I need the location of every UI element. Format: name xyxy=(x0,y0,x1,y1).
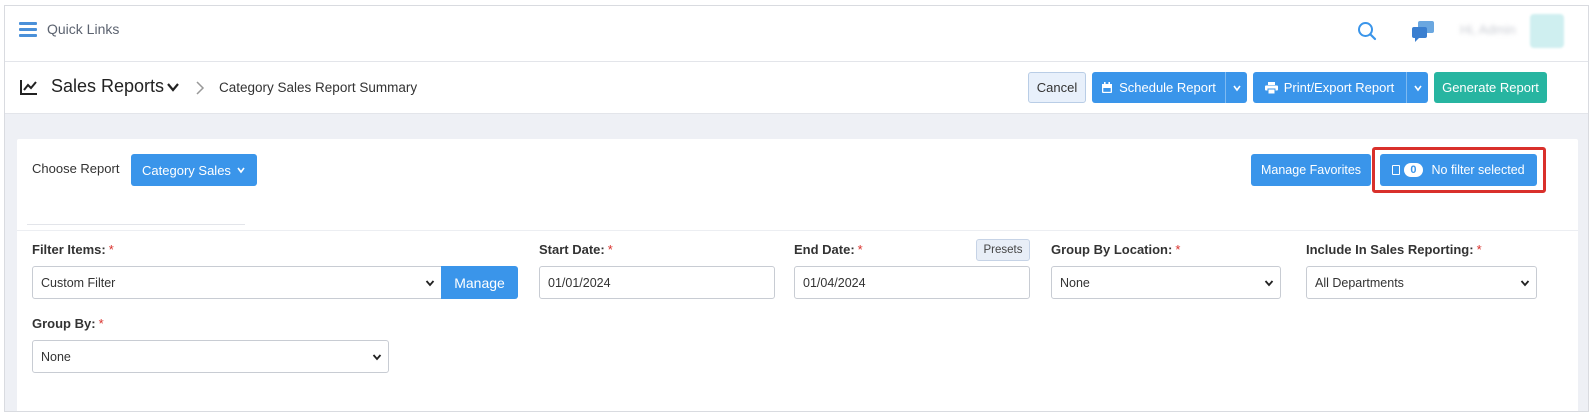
print-dropdown-toggle[interactable] xyxy=(1406,72,1428,103)
user-name[interactable]: Hi, Admin xyxy=(1460,22,1516,37)
required-mark: * xyxy=(1175,242,1181,257)
chevron-down-icon xyxy=(1520,280,1530,287)
chevron-down-icon xyxy=(1413,85,1422,91)
schedule-dropdown-toggle[interactable] xyxy=(1225,72,1247,103)
group-by-select[interactable]: None xyxy=(32,340,389,373)
include-sales-select[interactable]: All Departments xyxy=(1306,266,1537,299)
group-by-location-label: Group By Location: * xyxy=(1051,242,1180,257)
filter-status-label: No filter selected xyxy=(1431,163,1525,177)
presets-button[interactable]: Presets xyxy=(976,239,1030,261)
page-title[interactable]: Sales Reports xyxy=(51,76,164,97)
group-by-location-value: None xyxy=(1060,275,1090,290)
breadcrumb: Category Sales Report Summary xyxy=(219,80,418,95)
end-date-label-text: End Date: xyxy=(794,242,855,257)
include-sales-value: All Departments xyxy=(1315,275,1404,290)
print-export-label: Print/Export Report xyxy=(1283,80,1395,95)
end-date-input[interactable]: 01/04/2024 xyxy=(794,266,1030,299)
cancel-button[interactable]: Cancel xyxy=(1028,72,1086,103)
calendar-icon xyxy=(1102,81,1113,93)
schedule-report-button[interactable]: Schedule Report xyxy=(1092,72,1247,103)
filter-status-button[interactable]: 0 No filter selected xyxy=(1380,154,1537,186)
required-mark: * xyxy=(857,242,863,257)
menu-icon[interactable] xyxy=(19,22,37,38)
filter-items-select[interactable]: Custom Filter xyxy=(32,266,442,299)
report-select-label: Category Sales xyxy=(142,162,231,178)
document-icon xyxy=(1392,165,1401,175)
start-date-label: Start Date: * xyxy=(539,242,613,257)
schedule-report-label: Schedule Report xyxy=(1119,80,1216,95)
group-by-label: Group By: * xyxy=(32,316,104,331)
divider xyxy=(27,224,245,225)
filter-items-label: Filter Items: * xyxy=(32,242,114,257)
chart-line-icon xyxy=(20,80,37,95)
start-date-input[interactable]: 01/01/2024 xyxy=(539,266,775,299)
group-by-value: None xyxy=(41,349,71,364)
quick-links-link[interactable]: Quick Links xyxy=(47,21,119,37)
avatar[interactable] xyxy=(1530,14,1564,48)
divider xyxy=(17,230,1578,231)
chat-icon[interactable] xyxy=(1410,18,1436,44)
chevron-down-icon xyxy=(1264,280,1274,287)
include-sales-label: Include In Sales Reporting: * xyxy=(1306,242,1482,257)
required-mark: * xyxy=(98,316,104,331)
group-by-location-select[interactable]: None xyxy=(1051,266,1281,299)
chevron-down-icon[interactable] xyxy=(165,79,181,95)
chevron-right-icon xyxy=(196,81,205,95)
search-icon[interactable] xyxy=(1356,20,1378,42)
print-export-button[interactable]: Print/Export Report xyxy=(1253,72,1428,103)
required-mark: * xyxy=(108,242,114,257)
filter-count-badge: 0 xyxy=(1404,163,1423,177)
report-select-button[interactable]: Category Sales xyxy=(131,154,257,186)
top-bar: Quick Links Hi, Admin xyxy=(5,6,1588,62)
filter-items-label-text: Filter Items: xyxy=(32,242,106,257)
group-by-location-label-text: Group By Location: xyxy=(1051,242,1173,257)
chevron-down-icon xyxy=(237,167,245,174)
app-window: Quick Links Hi, Admin Sales Reports Cate… xyxy=(4,5,1589,412)
chevron-down-icon xyxy=(1232,85,1241,91)
end-date-label: End Date: * xyxy=(794,242,863,257)
required-mark: * xyxy=(607,242,613,257)
filter-items-value: Custom Filter xyxy=(41,275,116,290)
manage-filter-button[interactable]: Manage xyxy=(441,266,518,299)
page-header: Sales Reports Category Sales Report Summ… xyxy=(5,62,1588,114)
chevron-down-icon xyxy=(372,354,382,361)
generate-report-button[interactable]: Generate Report xyxy=(1434,72,1547,103)
start-date-label-text: Start Date: xyxy=(539,242,605,257)
chevron-down-icon xyxy=(425,280,435,287)
required-mark: * xyxy=(1476,242,1482,257)
group-by-label-text: Group By: xyxy=(32,316,96,331)
printer-icon xyxy=(1264,81,1278,94)
choose-report-label: Choose Report xyxy=(32,161,120,176)
include-sales-label-text: Include In Sales Reporting: xyxy=(1306,242,1474,257)
report-panel: Choose Report Category Sales Manage Favo… xyxy=(17,139,1578,411)
manage-favorites-button[interactable]: Manage Favorites xyxy=(1251,154,1371,186)
